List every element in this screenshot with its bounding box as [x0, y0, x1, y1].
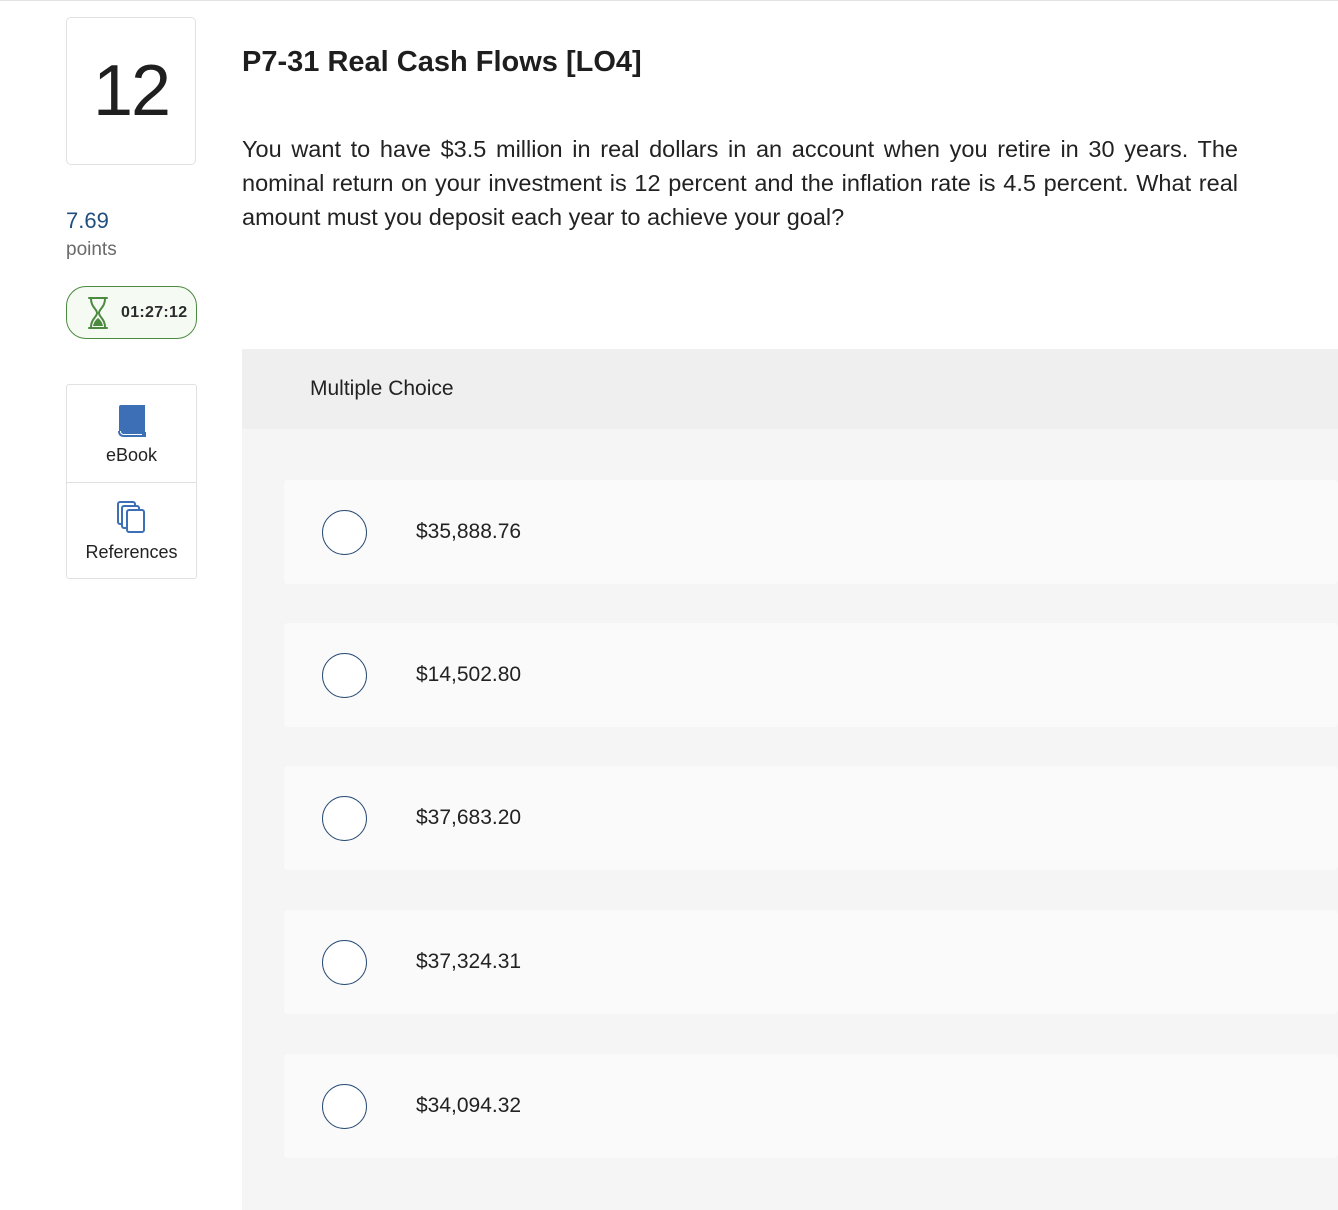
hourglass-icon	[85, 296, 111, 330]
answer-option-label: $14,502.80	[416, 663, 522, 686]
answer-option[interactable]: $34,094.32	[284, 1054, 1338, 1158]
ebook-button[interactable]: eBook	[67, 385, 196, 482]
radio-button[interactable]	[322, 940, 367, 985]
references-button[interactable]: References	[67, 482, 196, 579]
answer-option[interactable]: $14,502.80	[284, 623, 1338, 727]
answer-option[interactable]: $37,324.31	[284, 910, 1338, 1014]
timer-text: 01:27:12	[121, 303, 188, 321]
answer-option-label: $35,888.76	[416, 520, 522, 543]
answer-option[interactable]: $35,888.76	[284, 480, 1338, 584]
timer-badge[interactable]: 01:27:12	[66, 286, 197, 339]
radio-button[interactable]	[322, 510, 367, 555]
radio-button[interactable]	[322, 1084, 367, 1129]
references-label: References	[85, 542, 178, 562]
copy-pages-icon	[116, 500, 148, 536]
points-label: points	[66, 239, 117, 260]
tools-panel: eBook References	[66, 384, 197, 579]
top-divider	[0, 0, 1338, 1]
multiple-choice-heading: Multiple Choice	[310, 377, 454, 400]
answer-option-label: $34,094.32	[416, 1094, 522, 1117]
multiple-choice-header: Multiple Choice	[242, 349, 1338, 429]
ebook-label: eBook	[105, 445, 158, 465]
answer-option-label: $37,683.20	[416, 806, 522, 829]
book-icon	[116, 403, 148, 439]
multiple-choice-panel: Multiple Choice $35,888.76 $14,502.80 $3…	[242, 349, 1338, 1210]
question-body: You want to have $3.5 million in real do…	[242, 136, 1238, 230]
question-number-box: 12	[66, 17, 196, 165]
question-number: 12	[92, 51, 171, 131]
answer-option[interactable]: $37,683.20	[284, 766, 1338, 870]
radio-button[interactable]	[322, 796, 367, 841]
radio-button[interactable]	[322, 653, 367, 698]
points-value: 7.69	[66, 208, 109, 233]
question-title: P7-31 Real Cash Flows [LO4]	[242, 46, 642, 78]
answer-option-label: $37,324.31	[416, 950, 522, 973]
